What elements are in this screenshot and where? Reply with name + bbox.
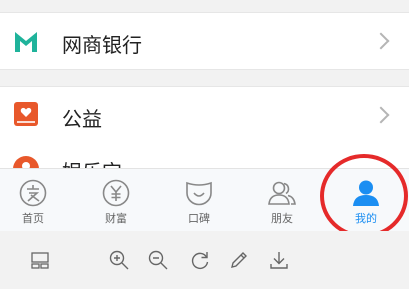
tab-friends[interactable]: 朋友 <box>241 169 323 231</box>
tab-label: 我的 <box>355 212 377 225</box>
zoom-out-icon[interactable] <box>147 249 169 271</box>
tab-label: 朋友 <box>271 212 293 225</box>
tab-wealth[interactable]: 财富 <box>75 169 157 231</box>
person-icon <box>353 180 379 206</box>
download-icon[interactable] <box>268 249 290 271</box>
koubei-smile-icon <box>186 181 212 206</box>
tab-label: 财富 <box>105 212 127 225</box>
tab-label: 口碑 <box>188 212 210 225</box>
list-item-mybank[interactable]: 网商银行 <box>0 12 409 70</box>
rotate-icon[interactable] <box>189 249 211 271</box>
home-zhi-icon <box>19 179 47 207</box>
chevron-right-icon <box>372 106 390 124</box>
chevron-right-icon <box>372 32 390 50</box>
list-item-label: 网商银行 <box>62 33 142 57</box>
list-item-charity[interactable]: 公益 <box>0 86 409 144</box>
tab-home[interactable]: 首页 <box>0 169 74 231</box>
tab-label: 首页 <box>22 212 44 225</box>
wealth-yen-icon <box>102 179 130 207</box>
edit-pen-icon[interactable] <box>228 249 250 271</box>
tab-koubei[interactable]: 口碑 <box>158 169 240 231</box>
viewer-toolbar <box>0 231 409 289</box>
friends-icon <box>268 181 296 205</box>
charity-book-icon <box>14 102 38 126</box>
list-item-label: 公益 <box>62 107 102 131</box>
thumbnail-icon[interactable] <box>29 249 51 271</box>
bottom-tab-bar: 首页 财富 口碑 朋友 我的 <box>0 168 409 231</box>
tab-me[interactable]: 我的 <box>325 169 407 231</box>
mybank-logo-icon <box>15 32 37 52</box>
zoom-in-icon[interactable] <box>108 249 130 271</box>
